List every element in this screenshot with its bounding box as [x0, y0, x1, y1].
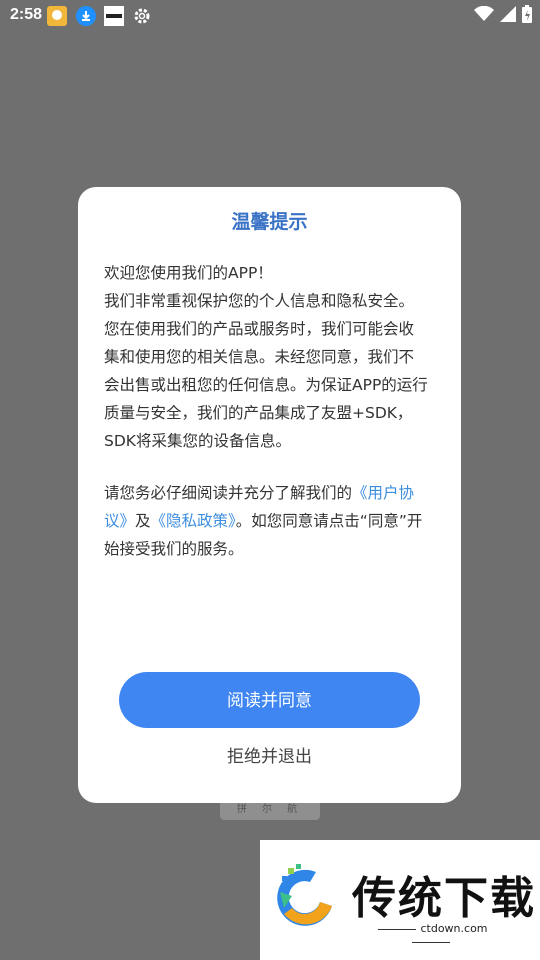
reject-button[interactable]: 拒绝并退出 [78, 742, 461, 767]
agreement-and: 及 [135, 512, 151, 530]
wifi-icon [474, 5, 494, 27]
watermark-url: ctdown.com [352, 922, 510, 948]
agree-button[interactable]: 阅读并同意 [119, 672, 420, 728]
battery-charging-icon [522, 5, 532, 28]
app-notification-icon [47, 6, 67, 26]
status-bar: 2:58 [0, 0, 540, 32]
dialog-title: 温馨提示 [231, 211, 308, 233]
dialog-body: 欢迎您使用我们的APP！ 我们非常重视保护您的个人信息和隐私安全。您在使用我们的… [104, 259, 429, 563]
privacy-dialog: 温馨提示 欢迎您使用我们的APP！ 我们非常重视保护您的个人信息和隐私安全。您在… [78, 187, 461, 803]
watermark: 传统下载 ctdown.com [260, 840, 540, 960]
privacy-policy-link[interactable]: 《隐私政策》 [151, 512, 236, 530]
paragraph-intro: 欢迎您使用我们的APP！ 我们非常重视保护您的个人信息和隐私安全。您在使用我们的… [104, 264, 428, 450]
paragraph-agreement: 请您务必仔细阅读并充分了解我们的《用户协议》及《隐私政策》。如您同意请点击“同意… [104, 479, 429, 563]
watermark-brand: 传统下载 [352, 873, 536, 924]
signal-icon [500, 6, 516, 27]
tv-app-icon [104, 6, 124, 26]
status-time: 2:58 [10, 6, 43, 23]
ctdown-logo-icon [270, 862, 342, 938]
agreement-text-before: 请您务必仔细阅读并充分了解我们的 [104, 484, 353, 502]
gear-icon [132, 6, 152, 26]
download-icon [76, 6, 96, 26]
background-bottom-bar: 拼 尔 航 [220, 800, 320, 820]
